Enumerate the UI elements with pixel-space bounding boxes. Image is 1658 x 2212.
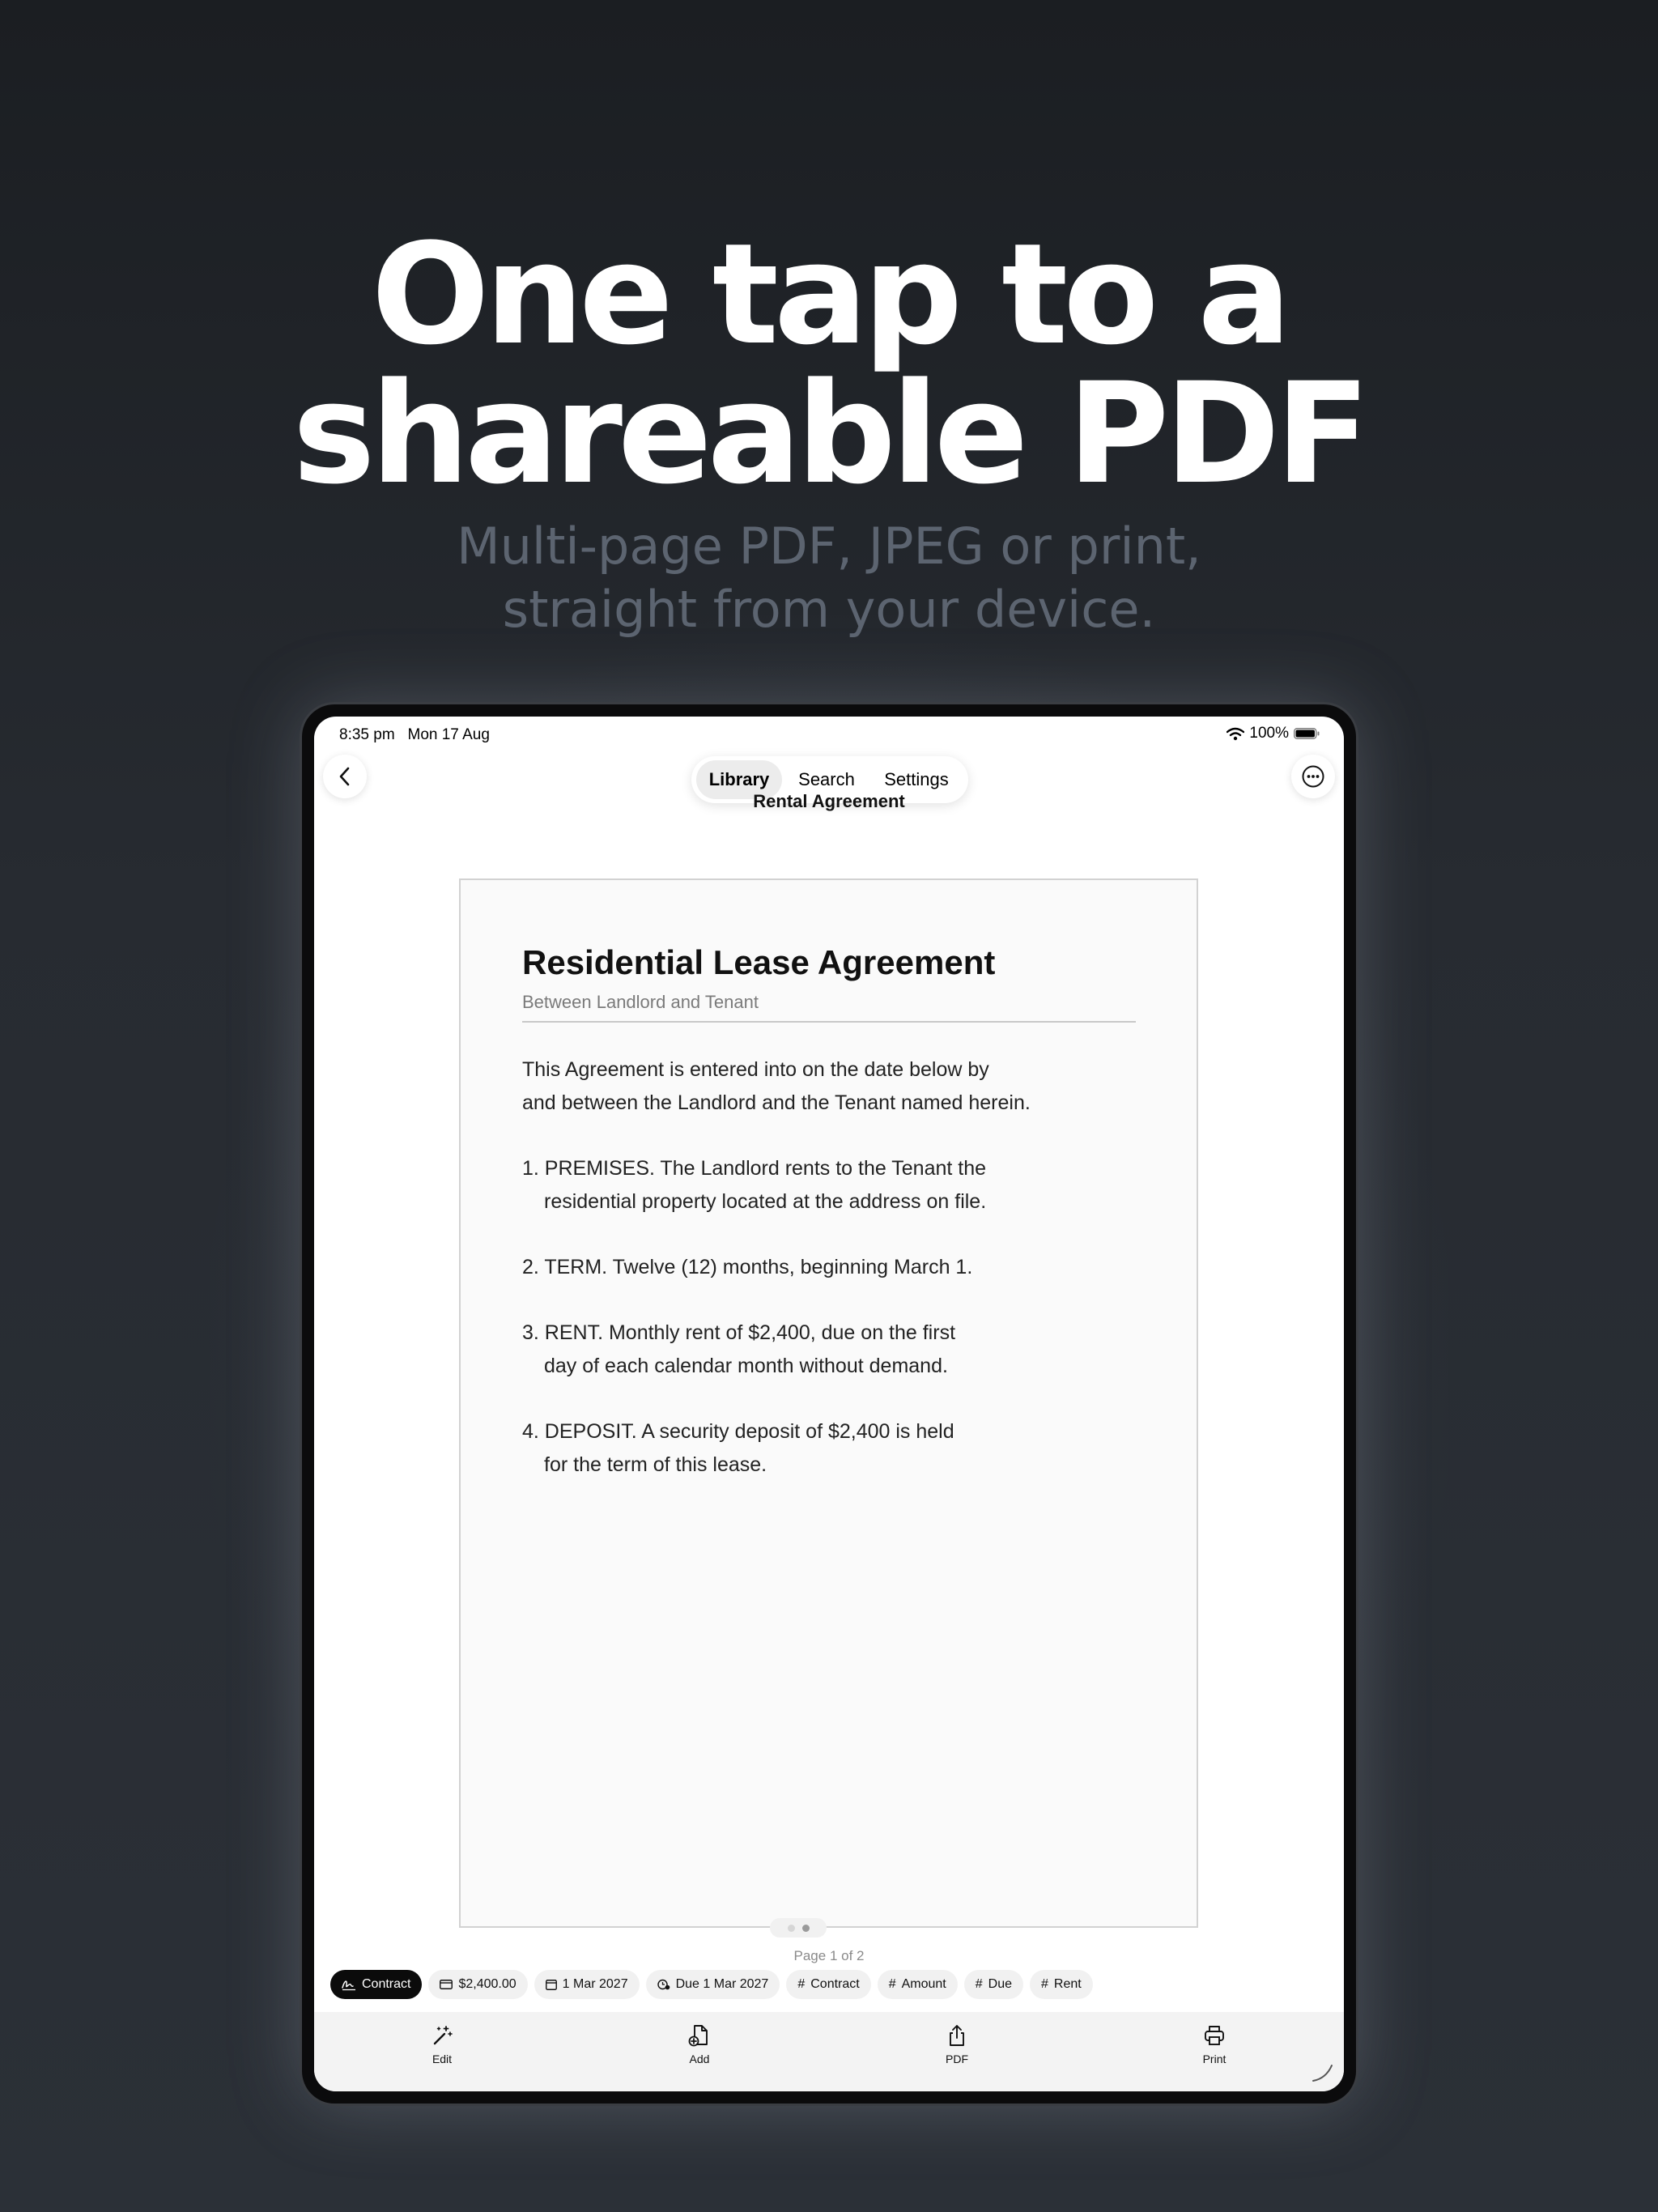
tag-chip-hashtag-rent[interactable]: # Rent [1030,1970,1093,1999]
signature-icon [342,1980,355,1991]
page-subtitle: Between Landlord and Tenant [522,992,759,1012]
print-button[interactable]: Print [1158,2023,1271,2065]
bottom-toolbar: Edit Add PDF Print [314,2012,1344,2091]
tag-label: Amount [901,1977,946,1991]
tag-chip-hashtag-amount[interactable]: # Amount [877,1970,958,1999]
tag-label: $2,400.00 [458,1977,517,1991]
tag-label: Contract [810,1977,860,1991]
status-date: Mon 17 Aug [407,726,490,743]
hash-icon: # [975,1977,983,1991]
document-page[interactable]: Residential Lease Agreement Between Land… [459,878,1198,1928]
intro-line-2: and between the Landlord and the Tenant … [522,1091,1031,1114]
tag-label: Rent [1053,1977,1082,1991]
printer-icon [1205,2026,1224,2045]
magic-wand-icon [433,2026,453,2045]
tag-chip-date[interactable]: 1 Mar 2027 [534,1970,640,1999]
share-icon [950,2025,964,2046]
edit-button[interactable]: Edit [385,2023,499,2065]
page-label: Page 1 of 2 [793,1948,865,1963]
add-button[interactable]: Add [643,2023,756,2065]
clause-4-line-1: 4. DEPOSIT. A security deposit of $2,400… [522,1420,954,1443]
tag-chip-hashtag-due[interactable]: # Due [963,1970,1024,1999]
card-icon [440,1980,453,1989]
app-screen: 8:35 pm Mon 17 Aug 100% Library Search S… [314,717,1344,2091]
add-document-icon [688,2025,708,2047]
status-bar: 8:35 pm Mon 17 Aug 100% [314,717,1344,749]
hash-icon: # [1041,1977,1048,1991]
tag-label: Due 1 Mar 2027 [675,1977,769,1991]
battery-icon [1294,728,1320,739]
wifi-icon [1226,727,1245,740]
tag-chip-contract[interactable]: Contract [330,1970,423,1999]
clause-3-line-2: day of each calendar month without deman… [544,1355,948,1377]
headline-line-2: shareable PDF [292,352,1370,515]
pdf-label: PDF [946,2052,968,2065]
clause-2-line-1: 2. TERM. Twelve (12) months, beginning M… [522,1256,973,1278]
title-divider [522,1021,1136,1023]
add-label: Add [689,2052,710,2065]
tag-chip-due-date[interactable]: Due 1 Mar 2027 [645,1970,780,1999]
marketing-subtitle: Multi-page PDF, JPEG or print, straight … [0,515,1658,641]
edit-label: Edit [432,2052,453,2065]
ellipsis-circle-icon [1302,765,1324,788]
clause-1-line-1: 1. PREMISES. The Landlord rents to the T… [522,1157,987,1180]
headline-line-1: One tap to a [371,213,1292,376]
tag-chip-hashtag-contract[interactable]: # Contract [786,1970,871,1999]
tag-chips: Contract $2,400.00 1 Mar 2027 Due 1 Mar … [330,1970,1093,1999]
marketing-headline: One tap to a shareable PDF [0,225,1658,504]
calendar-icon [545,1980,557,1990]
clause-4-line-2: for the term of this lease. [544,1453,767,1476]
clause-1-line-2: residential property located at the addr… [544,1190,987,1213]
status-right: 100% [1226,725,1320,742]
page-title: Residential Lease Agreement [522,943,996,981]
tag-chip-amount-value[interactable]: $2,400.00 [428,1970,528,1999]
subtitle-line-2: straight from your device. [502,580,1156,639]
scribble-handle-icon [1312,2065,1333,2082]
page-dot-1 [788,1925,795,1932]
status-time-date: 8:35 pm Mon 17 Aug [339,726,490,744]
tag-label: Due [988,1977,1013,1991]
clock-badge-icon [657,1979,670,1990]
intro-line-1: This Agreement is entered into on the da… [522,1058,989,1081]
page-indicator[interactable] [770,1918,827,1938]
print-label: Print [1202,2052,1226,2065]
subtitle-line-1: Multi-page PDF, JPEG or print, [457,517,1201,576]
tag-label: Contract [362,1977,411,1991]
battery-percent: 100% [1249,725,1289,742]
document-name: Rental Agreement [753,791,905,811]
hash-icon: # [888,1977,896,1991]
document-body: This Agreement is entered into on the da… [522,1053,1170,1482]
clause-3-line-1: 3. RENT. Monthly rent of $2,400, due on … [522,1321,956,1344]
page-dot-2 [802,1925,810,1932]
pdf-share-button[interactable]: PDF [900,2023,1014,2065]
status-time: 8:35 pm [339,726,395,743]
ipad-frame: 8:35 pm Mon 17 Aug 100% Library Search S… [302,704,1356,2104]
tag-label: 1 Mar 2027 [562,1977,628,1991]
hash-icon: # [797,1977,806,1991]
chevron-left-icon [339,767,350,786]
